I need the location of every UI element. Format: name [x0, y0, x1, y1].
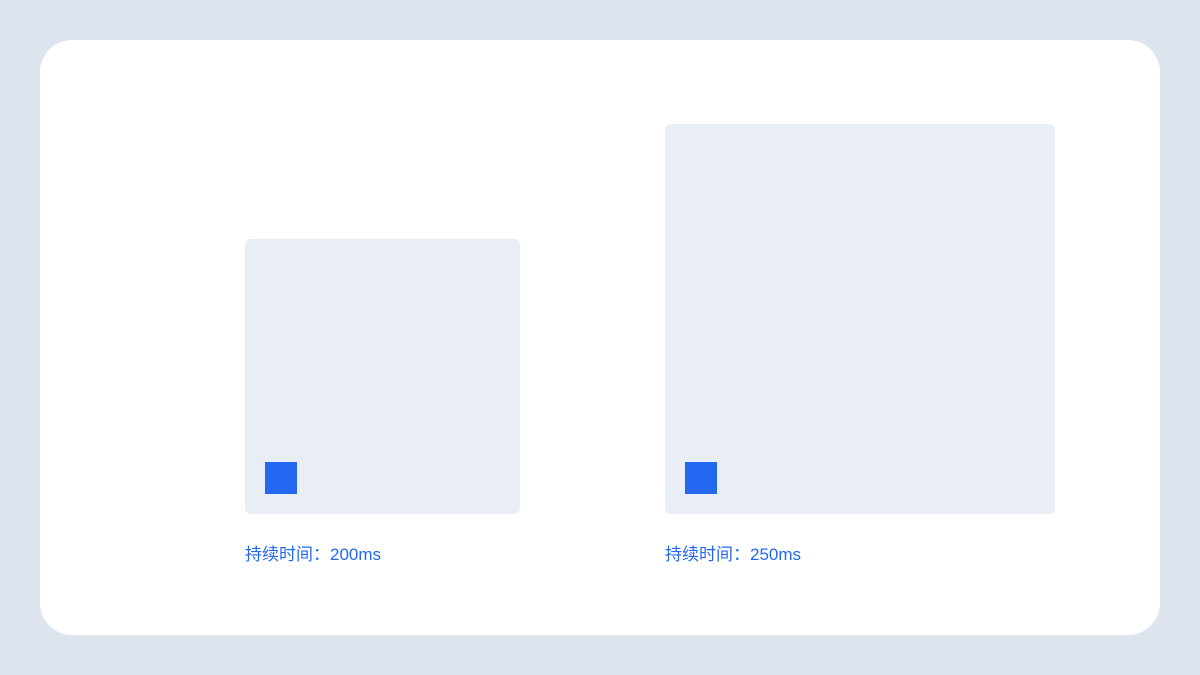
- demo-group-small: 持续时间：200ms: [245, 239, 520, 565]
- animation-marker: [685, 462, 717, 494]
- duration-label: 持续时间：200ms: [245, 540, 520, 565]
- demo-group-large: 持续时间：250ms: [665, 124, 1055, 565]
- duration-label: 持续时间：250ms: [665, 540, 1055, 565]
- animation-marker: [265, 462, 297, 494]
- animation-box-large: [665, 124, 1055, 514]
- animation-box-small: [245, 239, 520, 514]
- demo-card: 持续时间：200ms 持续时间：250ms: [40, 40, 1160, 635]
